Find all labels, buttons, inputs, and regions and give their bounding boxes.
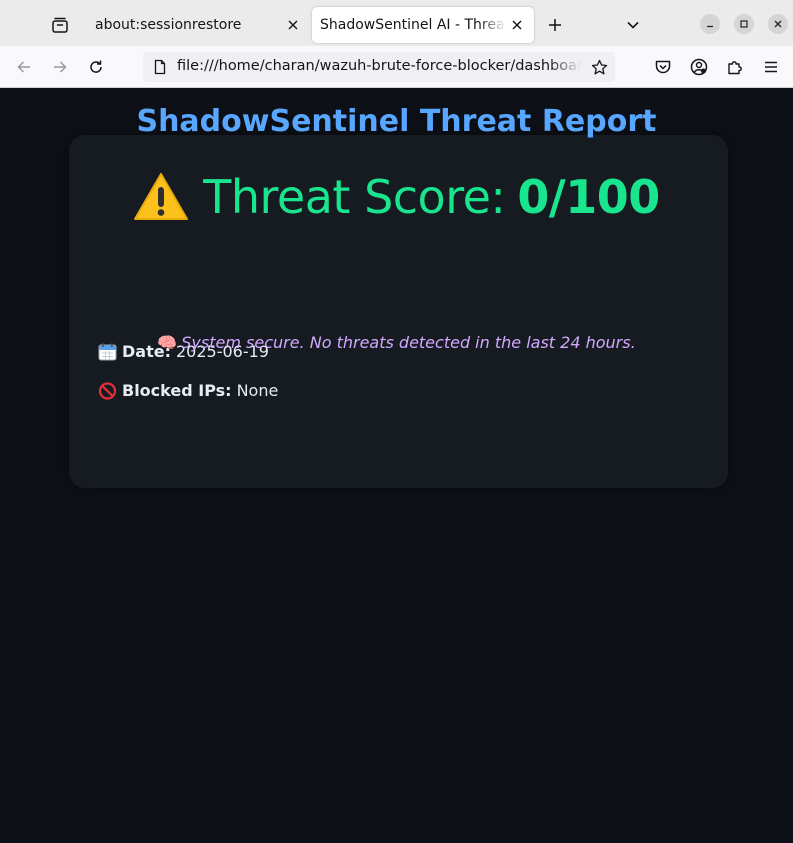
prohibited-icon — [98, 381, 117, 400]
new-tab-button[interactable] — [540, 10, 570, 40]
tab-title: ShadowSentinel AI - Threat Dashboard — [320, 17, 506, 33]
status-text: System secure. No threats detected in th… — [181, 333, 636, 352]
arrow-left-icon — [17, 61, 30, 73]
window-close-button[interactable] — [768, 14, 788, 34]
tab-session-restore[interactable]: about:sessionrestore — [86, 7, 310, 43]
address-bar[interactable]: file:///home/charan/wazuh-brute-force-bl… — [143, 52, 615, 82]
arrow-right-icon — [54, 61, 67, 73]
reload-button[interactable] — [82, 53, 110, 81]
plus-icon — [549, 19, 561, 31]
pocket-icon — [655, 60, 671, 74]
status-message: 🧠 System secure. No threats detected in t… — [0, 333, 793, 352]
tab-close-button[interactable] — [282, 14, 304, 36]
maximize-icon — [740, 20, 748, 28]
tab-threat-dashboard[interactable]: ShadowSentinel AI - Threat Dashboard — [312, 7, 534, 43]
minimize-icon — [707, 25, 713, 28]
account-icon — [690, 58, 708, 76]
bookmark-button[interactable] — [589, 57, 609, 77]
chevron-down-icon — [627, 21, 639, 29]
close-icon — [512, 20, 522, 30]
forward-button[interactable] — [46, 53, 74, 81]
app-menu-button[interactable] — [757, 53, 785, 81]
maximize-button[interactable] — [734, 14, 754, 34]
extensions-button[interactable] — [721, 53, 749, 81]
tab-close-button[interactable] — [506, 14, 528, 36]
account-button[interactable] — [685, 53, 713, 81]
puzzle-icon — [728, 61, 742, 75]
brain-icon: 🧠 — [157, 333, 178, 352]
reload-icon — [90, 60, 102, 73]
minimize-button[interactable] — [700, 14, 720, 34]
list-all-tabs-button[interactable] — [618, 10, 648, 40]
close-icon — [288, 20, 298, 30]
url-text[interactable]: file:///home/charan/wazuh-brute-force-bl… — [177, 58, 581, 74]
tab-title: about:sessionrestore — [95, 17, 242, 33]
threat-score-line: Threat Score: 0/100 — [0, 170, 793, 224]
pocket-button[interactable] — [649, 53, 677, 81]
warning-icon — [134, 173, 189, 220]
tab-strip: about:sessionrestore ShadowSentinel AI -… — [0, 0, 793, 46]
firefox-view-button[interactable] — [44, 9, 76, 41]
page-icon — [154, 59, 166, 75]
hamburger-menu-icon — [765, 61, 777, 73]
blocked-ips-value: None — [236, 381, 279, 400]
blocked-ips-row: Blocked IPs: None — [98, 381, 278, 400]
threat-score-value: 0/100 — [517, 170, 660, 224]
back-button[interactable] — [10, 53, 38, 81]
navigation-toolbar: file:///home/charan/wazuh-brute-force-bl… — [0, 46, 793, 88]
threat-score-label: Threat Score: — [203, 170, 506, 224]
star-icon — [591, 59, 607, 74]
firefox-view-icon — [52, 17, 68, 33]
close-icon — [774, 20, 782, 28]
blocked-ips-label: Blocked IPs: — [122, 381, 232, 400]
report-title: ShadowSentinel Threat Report — [136, 104, 657, 139]
